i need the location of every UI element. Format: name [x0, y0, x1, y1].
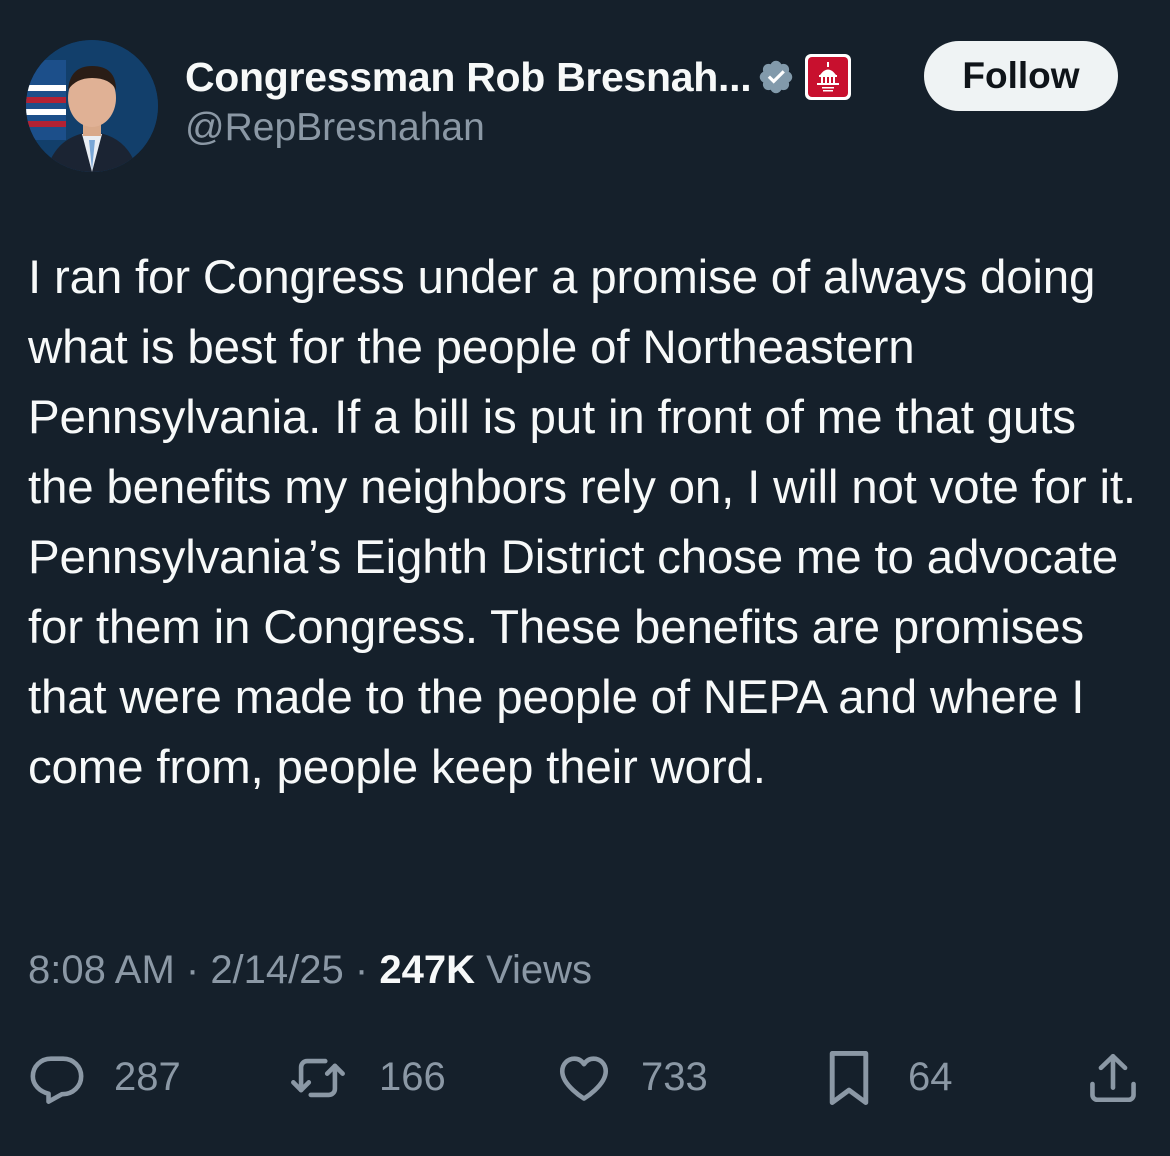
tweet-date[interactable]: 2/14/25 [210, 948, 343, 992]
account-name-row: Congressman Rob Bresnah... [185, 52, 852, 102]
like-button[interactable]: 733 [555, 1045, 708, 1110]
views-label: Views [474, 948, 593, 992]
follow-button[interactable]: Follow [924, 41, 1118, 111]
share-icon [1090, 1053, 1136, 1102]
bookmark-count: 64 [908, 1055, 953, 1099]
views-count[interactable]: 247K [379, 948, 475, 992]
house-gop-affiliation-icon[interactable] [805, 54, 852, 100]
tweet-meta: 8:08 AM · 2/14/25 · 247K Views [28, 948, 592, 993]
tweet-actions: 287 166 733 64 [0, 1045, 1170, 1110]
like-count: 733 [641, 1055, 708, 1099]
avatar[interactable] [26, 40, 158, 172]
bookmark-button[interactable]: 64 [822, 1045, 953, 1110]
display-name[interactable]: Congressman Rob Bresnah... [185, 54, 752, 101]
meta-separator: · [343, 948, 380, 992]
affiliation-badge [808, 57, 849, 97]
tweet-time[interactable]: 8:08 AM [28, 948, 175, 992]
repost-count: 166 [379, 1055, 446, 1099]
bookmark-icon [829, 1050, 869, 1105]
account-handle[interactable]: @RepBresnahan [185, 106, 485, 150]
tweet-text: I ran for Congress under a promise of al… [28, 251, 1136, 794]
reply-icon [30, 1055, 84, 1104]
verified-badge-icon[interactable] [757, 58, 795, 96]
capitol-dome-icon [817, 62, 840, 92]
meta-separator: · [174, 948, 211, 992]
heart-icon [559, 1055, 609, 1101]
reply-button[interactable]: 287 [28, 1045, 181, 1110]
repost-icon [291, 1058, 345, 1097]
repost-button[interactable]: 166 [287, 1045, 446, 1110]
reply-count: 287 [114, 1055, 181, 1099]
share-button[interactable] [1084, 1045, 1142, 1110]
avatar-image [26, 40, 158, 172]
